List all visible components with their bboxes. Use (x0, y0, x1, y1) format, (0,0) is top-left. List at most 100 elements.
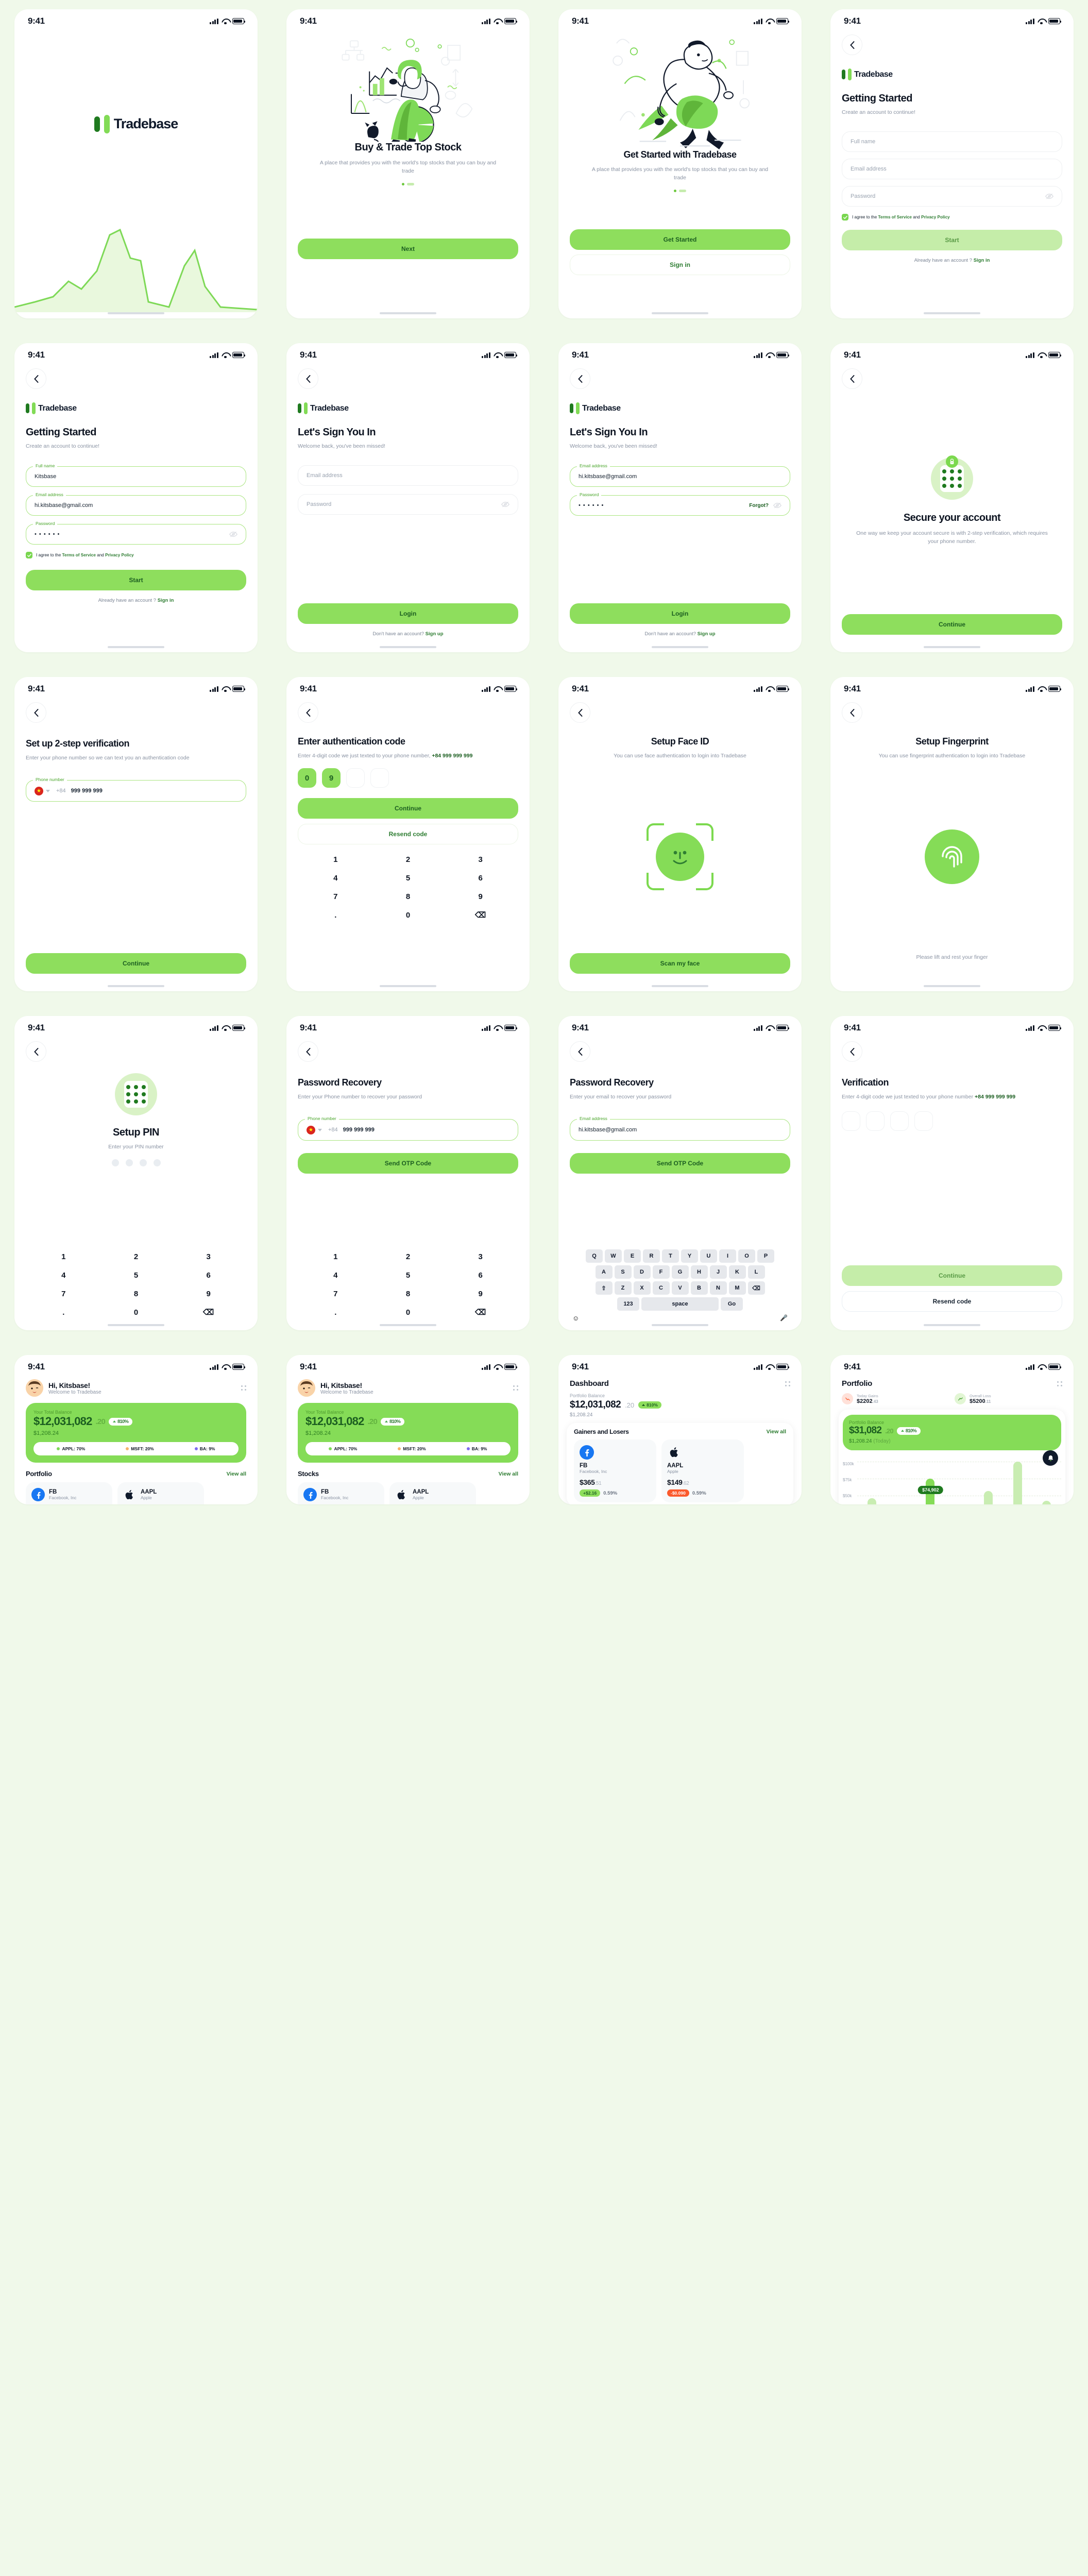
back-button[interactable] (570, 1041, 590, 1062)
stock-card-fb[interactable]: FB Facebook, Inc $365.51 +$2.16 0.59% (298, 1482, 384, 1504)
key-2[interactable]: 2 (372, 851, 444, 868)
continue-button[interactable]: Continue (842, 1265, 1062, 1286)
signup-footer[interactable]: Don't have an account? Sign up (286, 631, 530, 637)
bar-mo[interactable] (867, 1498, 876, 1504)
key-e[interactable]: E (624, 1249, 641, 1263)
key-2[interactable]: 2 (372, 1248, 444, 1265)
login-button[interactable]: Login (570, 603, 790, 624)
shift-key-icon[interactable]: ⇧ (595, 1281, 613, 1295)
key-n[interactable]: N (709, 1281, 727, 1295)
key-0[interactable]: 0 (372, 906, 444, 924)
key-o[interactable]: O (738, 1249, 755, 1263)
space-key[interactable]: space (641, 1297, 719, 1311)
bar-sa[interactable] (1013, 1462, 1022, 1504)
key-q[interactable]: Q (586, 1249, 603, 1263)
eye-off-icon[interactable] (501, 501, 509, 508)
key-w[interactable]: W (605, 1249, 622, 1263)
signin-footer[interactable]: Already have an account ? Sign in (14, 598, 258, 603)
back-button[interactable] (26, 1041, 46, 1062)
key-i[interactable]: I (719, 1249, 736, 1263)
password-input[interactable]: Password (842, 186, 1062, 207)
microphone-key-icon[interactable]: 🎤 (780, 1314, 788, 1322)
otp-input-group[interactable] (830, 1111, 1074, 1131)
keyboard-row-2[interactable]: A S D F G H J K L (561, 1265, 799, 1279)
avatar[interactable] (298, 1379, 315, 1397)
key-6[interactable]: 6 (445, 1266, 516, 1284)
overall-loss-card[interactable]: Overall Loss $5200.11 (955, 1393, 1062, 1404)
notification-bell-icon[interactable] (1043, 1450, 1058, 1466)
go-key[interactable]: Go (721, 1297, 743, 1311)
key-2[interactable]: 2 (100, 1248, 172, 1265)
stock-card-aapl[interactable]: AAPL Apple $149.62 -$0.090 0.59% (117, 1482, 204, 1504)
send-otp-button[interactable]: Send OTP Code (298, 1153, 518, 1174)
key-1[interactable]: 1 (300, 1248, 371, 1265)
continue-button[interactable]: Continue (26, 953, 246, 974)
key-d[interactable]: D (633, 1265, 651, 1279)
start-button[interactable]: Start (842, 230, 1062, 251)
otp-digit-2[interactable] (866, 1111, 885, 1131)
continue-button[interactable]: Continue (842, 614, 1062, 635)
stock-card-fb[interactable]: FB Facebook, Inc $365.51 +$2.16 0.59% (26, 1482, 112, 1504)
key-5[interactable]: 5 (372, 869, 444, 887)
today-gains-card[interactable]: Today Gains $2202.43 (842, 1393, 949, 1404)
menu-grip-icon[interactable] (241, 1385, 246, 1391)
phone-input[interactable]: Phone number ★ +84 999 999 999 (26, 777, 246, 802)
chevron-down-icon[interactable] (46, 789, 50, 792)
key-8[interactable]: 8 (100, 1285, 172, 1302)
key-9[interactable]: 9 (445, 888, 516, 905)
resend-code-button[interactable]: Resend code (298, 824, 518, 845)
password-input[interactable]: Password • • • • • • Forgot? (570, 492, 790, 516)
back-button[interactable] (26, 368, 46, 389)
resend-code-button[interactable]: Resend code (842, 1291, 1062, 1312)
numbers-key[interactable]: 123 (617, 1297, 639, 1311)
keyboard-row-4[interactable]: 123 space Go (561, 1297, 799, 1311)
key-6[interactable]: 6 (173, 1266, 244, 1284)
phone-input[interactable]: Phone number ★ +84 999 999 999 (298, 1116, 518, 1141)
key-h[interactable]: H (690, 1265, 708, 1279)
stock-card-aapl[interactable]: AAPL Apple $149.62 -$0.090 0.59% (661, 1439, 744, 1502)
key-dot[interactable]: . (300, 906, 371, 924)
key-t[interactable]: T (662, 1249, 679, 1263)
bar-fr[interactable] (983, 1491, 993, 1504)
qwerty-keyboard[interactable]: Q W E R T Y U I O P A S D F G H J K L ⇧ … (558, 1246, 802, 1324)
key-6[interactable]: 6 (445, 869, 516, 887)
next-button[interactable]: Next (298, 238, 518, 259)
key-1[interactable]: 1 (300, 851, 371, 868)
terms-checkbox[interactable] (842, 214, 848, 221)
key-3[interactable]: 3 (173, 1248, 244, 1265)
key-r[interactable]: R (643, 1249, 660, 1263)
key-y[interactable]: Y (681, 1249, 698, 1263)
key-m[interactable]: M (728, 1281, 746, 1295)
key-z[interactable]: Z (614, 1281, 632, 1295)
eye-off-icon[interactable] (229, 531, 237, 538)
back-button[interactable] (570, 702, 590, 723)
eye-off-icon[interactable] (773, 502, 781, 509)
key-7[interactable]: 7 (28, 1285, 99, 1302)
signin-footer[interactable]: Already have an account ? Sign in (830, 258, 1074, 263)
back-button[interactable] (298, 1041, 318, 1062)
send-otp-button[interactable]: Send OTP Code (570, 1153, 790, 1174)
fingerprint-illustration[interactable] (925, 829, 979, 884)
key-dot[interactable]: . (300, 1303, 371, 1321)
keyboard-row-3[interactable]: ⇧ Z X C V B N M ⌫ (561, 1281, 799, 1295)
fullname-input[interactable]: Full name Kitsbase (26, 463, 246, 487)
back-button[interactable] (570, 368, 590, 389)
email-input[interactable]: Email address (298, 465, 518, 486)
email-input[interactable]: Email address hi.kitsbase@gmail.com (26, 492, 246, 516)
key-1[interactable]: 1 (28, 1248, 99, 1265)
key-7[interactable]: 7 (300, 888, 371, 905)
key-p[interactable]: P (757, 1249, 774, 1263)
numeric-keypad[interactable]: 1 2 3 4 5 6 7 8 9 . 0 ⌫ (286, 1248, 530, 1321)
menu-grip-icon[interactable] (1057, 1381, 1062, 1386)
key-k[interactable]: K (728, 1265, 746, 1279)
key-dot[interactable]: . (28, 1303, 99, 1321)
key-backspace-icon[interactable]: ⌫ (445, 906, 516, 924)
bar-su[interactable] (1042, 1500, 1051, 1504)
get-started-button[interactable]: Get Started (570, 229, 790, 250)
back-button[interactable] (26, 702, 46, 723)
stocks-view-all-link[interactable]: View all (499, 1471, 518, 1477)
password-input[interactable]: Password (298, 494, 518, 515)
key-7[interactable]: 7 (300, 1285, 371, 1302)
eye-off-icon[interactable] (1045, 193, 1053, 200)
numeric-keypad[interactable]: 1 2 3 4 5 6 7 8 9 . 0 ⌫ (286, 851, 530, 924)
